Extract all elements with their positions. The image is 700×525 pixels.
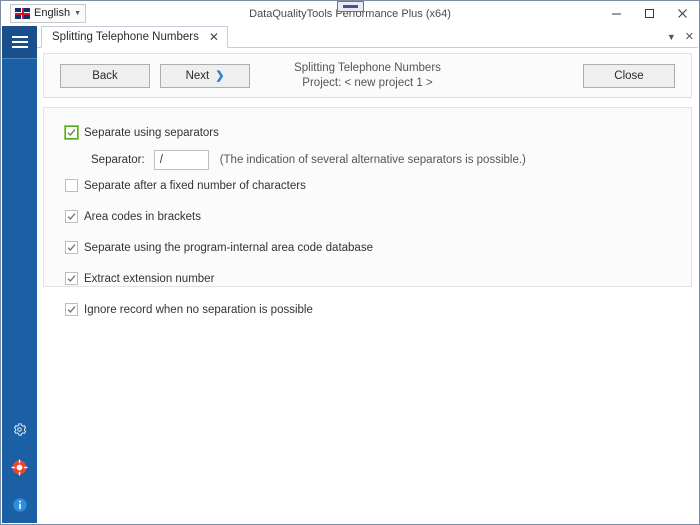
option-ignore-record-no-separation[interactable]: Ignore record when no separation is poss… [44, 298, 691, 321]
checkmark-icon [67, 305, 76, 314]
tab-close-icon[interactable]: ✕ [209, 31, 219, 43]
option-extract-extension-number[interactable]: Extract extension number [44, 267, 691, 290]
tab-splitting-telephone-numbers[interactable]: Splitting Telephone Numbers ✕ [41, 26, 228, 48]
chevron-down-icon: ▼ [74, 10, 81, 17]
title-bar: English ▼ DataQualityTools Performance P… [1, 1, 699, 26]
life-ring-support-icon[interactable] [8, 455, 32, 479]
back-button-label: Back [92, 70, 118, 82]
language-label: English [34, 8, 70, 19]
checkmark-icon [67, 274, 76, 283]
chevron-right-icon: ❯ [215, 71, 224, 82]
spacer [44, 259, 691, 267]
option-separate-using-separators[interactable]: Separate using separators [44, 121, 691, 144]
window-controls [600, 1, 699, 26]
checkmark-icon [67, 243, 76, 252]
separator-row: Separator: (The indication of several al… [44, 146, 691, 174]
separator-label: Separator: [91, 154, 145, 166]
minimize-button[interactable] [600, 1, 633, 26]
wizard-header-bar: Back Next ❯ Splitting Telephone Numbers … [43, 53, 692, 98]
checkmark-icon [67, 128, 76, 137]
language-selector[interactable]: English ▼ [10, 4, 86, 23]
option-area-codes-in-brackets[interactable]: Area codes in brackets [44, 205, 691, 228]
option-separate-after-fixed-number[interactable]: Separate after a fixed number of charact… [44, 174, 691, 197]
option-label: Extract extension number [84, 273, 214, 285]
checkbox-area-codes-in-brackets[interactable] [65, 210, 78, 223]
checkbox-separate-using-separators[interactable] [65, 126, 78, 139]
checkmark-icon [67, 212, 76, 221]
options-panel: Separate using separators Separator: (Th… [43, 107, 692, 287]
next-button-label: Next [186, 70, 210, 82]
option-label: Separate using separators [84, 127, 219, 139]
tab-strip: Splitting Telephone Numbers ✕ ▼ ✕ [37, 26, 698, 48]
option-label: Area codes in brackets [84, 211, 201, 223]
uk-flag-icon [15, 8, 30, 19]
tab-strip-tools: ▼ ✕ [667, 26, 694, 48]
maximize-button[interactable] [633, 1, 666, 26]
tab-label: Splitting Telephone Numbers [52, 31, 199, 43]
close-button-label: Close [614, 70, 643, 82]
back-button[interactable]: Back [60, 64, 150, 88]
tab-close-all-icon[interactable]: ✕ [685, 32, 694, 43]
settings-gear-icon[interactable] [8, 417, 32, 441]
spacer [44, 290, 691, 298]
hamburger-menu-icon[interactable] [2, 26, 37, 58]
close-window-button[interactable] [666, 1, 699, 26]
option-label: Separate after a fixed number of charact… [84, 180, 306, 192]
separator-hint: (The indication of several alternative s… [220, 154, 526, 166]
tab-list-chevron-down-icon[interactable]: ▼ [667, 33, 676, 42]
left-nav-rail [2, 26, 37, 523]
separator-input[interactable] [154, 150, 209, 170]
content-area: Back Next ❯ Splitting Telephone Numbers … [37, 48, 698, 523]
option-label: Ignore record when no separation is poss… [84, 304, 313, 316]
info-circle-icon[interactable] [8, 493, 32, 517]
window-snap-handle[interactable] [337, 1, 364, 12]
spacer [44, 228, 691, 236]
option-program-internal-area-code-database[interactable]: Separate using the program-internal area… [44, 236, 691, 259]
checkbox-extract-extension-number[interactable] [65, 272, 78, 285]
checkbox-program-internal-area-code-database[interactable] [65, 241, 78, 254]
checkbox-ignore-record-no-separation[interactable] [65, 303, 78, 316]
option-label: Separate using the program-internal area… [84, 242, 373, 254]
rail-divider [2, 58, 37, 59]
next-button[interactable]: Next ❯ [160, 64, 250, 88]
checkbox-separate-after-fixed-number[interactable] [65, 179, 78, 192]
spacer [44, 197, 691, 205]
rail-icon-group [2, 417, 37, 517]
close-button[interactable]: Close [583, 64, 675, 88]
